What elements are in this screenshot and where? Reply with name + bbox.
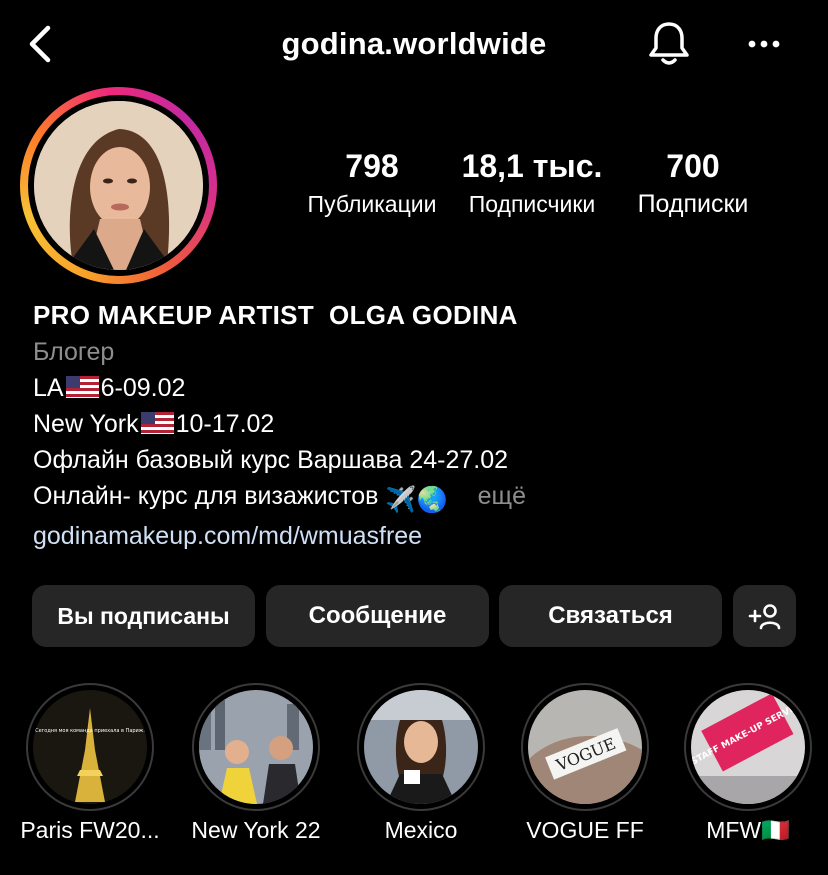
airplane-globe-icon: ✈️🌏 [385, 486, 448, 514]
notifications-button[interactable] [645, 18, 693, 70]
more-horizontal-icon [748, 40, 780, 48]
highlight-label: VOGUE FF [526, 817, 644, 843]
bio-ny-dates: 10-17.02 [175, 410, 275, 438]
avatar-photo [34, 101, 203, 270]
profile-category: Блогер [33, 338, 115, 366]
bio-website-link[interactable]: godinamakeup.com/md/wmuasfree [33, 518, 793, 554]
bio-line-ny: New York 10-17.02 [33, 406, 793, 442]
bio-line-online: Онлайн- курс для визажистов ✈️🌏 ещё [33, 478, 793, 518]
bio-online-text: Онлайн- курс для визажистов [33, 482, 379, 510]
highlight-mfw[interactable]: STAFF MAKE-UP SERVICE MFW🇮🇹 [678, 683, 818, 845]
posts-count: 798 [345, 148, 399, 184]
highlight-cover [364, 690, 478, 804]
following-button[interactable]: Вы подписаны [32, 585, 255, 647]
more-options-button[interactable] [740, 24, 788, 64]
profile-screen: godina.worldwide 798 Публикации 18,1 тыс… [0, 0, 828, 875]
highlight-cover: STAFF MAKE-UP SERVICE [691, 690, 805, 804]
bio-ny-prefix: New York [33, 410, 139, 438]
posts-label: Публикации [307, 191, 437, 217]
bio-line-la: LA 6-09.02 [33, 370, 793, 406]
top-bar: godina.worldwide [0, 0, 828, 90]
highlight-label: MFW🇮🇹 [706, 817, 790, 843]
highlight-mexico[interactable]: Mexico [351, 683, 491, 845]
bell-icon [649, 22, 689, 65]
bio-line-offline: Офлайн базовый курс Варшава 24-27.02 [33, 446, 509, 474]
suggest-users-button[interactable] [733, 585, 796, 647]
profile-avatar[interactable] [20, 87, 217, 284]
profile-bio: PRO MAKEUP ARTIST OLGA GODINA Блогер LA 6… [33, 296, 793, 554]
following-label: Подписки [637, 190, 749, 218]
following-count: 700 [666, 148, 720, 184]
highlight-paris[interactable]: Сегодня моя команда приехала в Париж. Pa… [20, 683, 160, 845]
highlight-label: New York 22 [191, 817, 321, 843]
highlight-label: Paris FW20... [20, 817, 160, 843]
highlight-cover: Сегодня моя команда приехала в Париж. [33, 690, 147, 804]
message-button[interactable]: Сообщение [266, 585, 489, 647]
profile-display-name: PRO MAKEUP ARTIST OLGA GODINA [33, 300, 518, 330]
highlight-cover: VOGUE [528, 690, 642, 804]
stat-posts[interactable]: 798 Публикации [296, 146, 448, 222]
highlight-new-york[interactable]: New York 22 [186, 683, 326, 845]
highlight-label: Mexico [384, 817, 458, 843]
highlight-vogue[interactable]: VOGUE VOGUE FF [515, 683, 655, 845]
highlight-cover-text: Сегодня моя команда приехала в Париж. [35, 728, 145, 734]
stat-followers[interactable]: 18,1 тыс. Подписчики [456, 146, 608, 222]
stat-following[interactable]: 700 Подписки [620, 146, 766, 222]
bio-la-dates: 6-09.02 [100, 374, 186, 402]
contact-button[interactable]: Связаться [499, 585, 722, 647]
followers-label: Подписчики [468, 191, 596, 217]
us-flag-icon [140, 412, 174, 434]
profile-username: godina.worldwide [281, 26, 547, 61]
highlight-cover [199, 690, 313, 804]
us-flag-icon [65, 376, 99, 398]
bio-more-link[interactable]: ещё [478, 482, 526, 510]
bio-la-prefix: LA [33, 374, 64, 402]
followers-count: 18,1 тыс. [461, 148, 603, 184]
add-user-icon [748, 604, 780, 630]
